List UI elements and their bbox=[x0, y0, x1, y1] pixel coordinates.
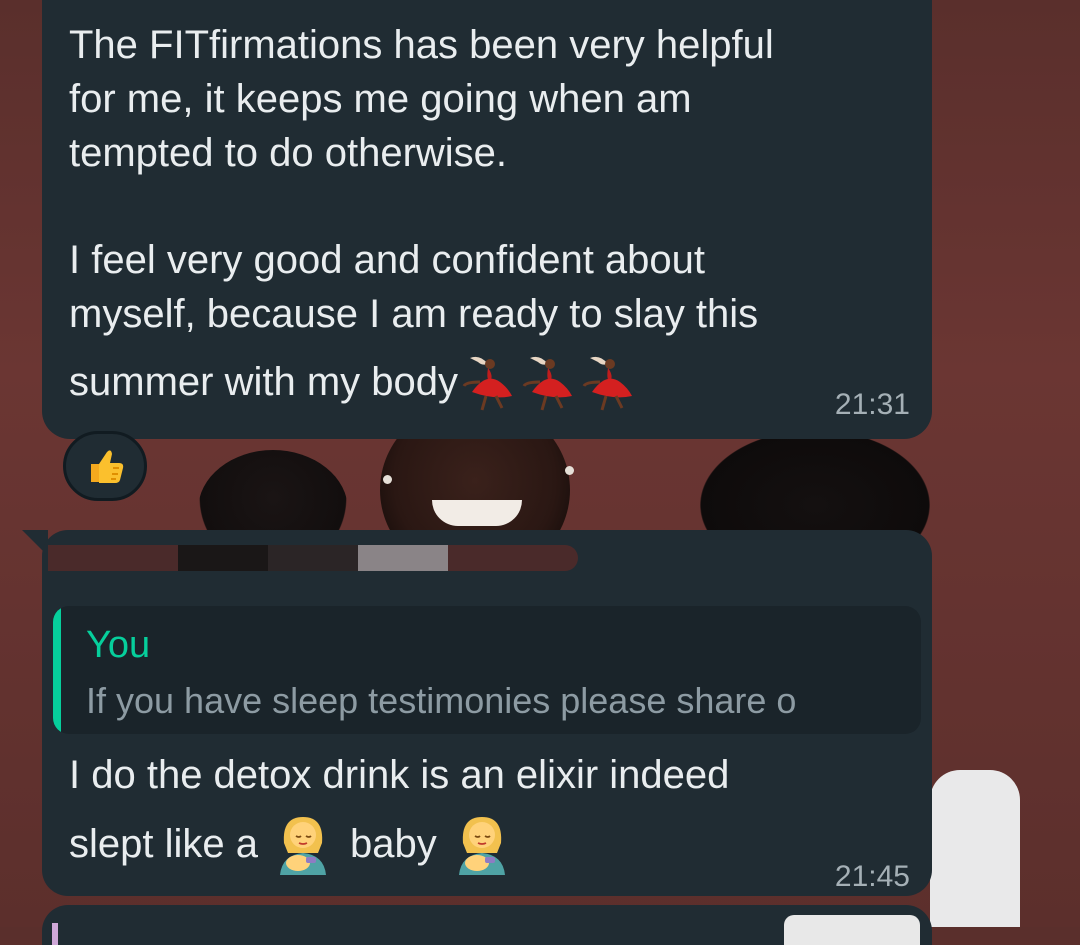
dancer-icon bbox=[462, 356, 512, 411]
redacted-sender-name bbox=[268, 545, 358, 571]
incoming-message-bubble[interactable] bbox=[42, 905, 932, 945]
redacted-sender-name bbox=[178, 545, 268, 571]
incoming-message-bubble[interactable]: You If you have sleep testimonies please… bbox=[42, 530, 932, 896]
thumbs-up-icon bbox=[91, 450, 124, 483]
quoted-reply[interactable]: You If you have sleep testimonies please… bbox=[53, 606, 921, 734]
quote-accent-bar bbox=[53, 606, 61, 734]
message-line: summer with my body bbox=[69, 352, 638, 412]
wallpaper-earring bbox=[383, 475, 392, 484]
quote-author: You bbox=[86, 624, 151, 666]
message-line: slept like a baby bbox=[69, 812, 511, 876]
dancer-icon bbox=[582, 356, 632, 411]
dancer-icon bbox=[522, 356, 572, 411]
reaction-badge[interactable] bbox=[63, 431, 147, 501]
message-line-text: summer with my body bbox=[69, 360, 458, 404]
media-thumbnail[interactable] bbox=[784, 915, 920, 945]
message-line: I do the detox drink is an elixir indeed bbox=[69, 753, 730, 797]
message-line-text: slept like a bbox=[69, 822, 258, 866]
redacted-sender-name bbox=[358, 545, 448, 571]
message-partial-header bbox=[72, 0, 632, 10]
wallpaper-earring bbox=[565, 466, 574, 475]
wallpaper-smile bbox=[432, 500, 522, 526]
quote-text: If you have sleep testimonies please sha… bbox=[86, 680, 797, 721]
message-paragraph: I feel very good and confident about mys… bbox=[69, 238, 759, 336]
woman-feeding-baby-icon bbox=[279, 817, 326, 875]
message-timestamp: 21:45 bbox=[834, 860, 910, 893]
message-line-text: baby bbox=[349, 822, 437, 866]
woman-feeding-baby-icon bbox=[458, 817, 505, 875]
redacted-sender-name bbox=[448, 545, 578, 571]
message-paragraph: The FITfirmations has been very helpful … bbox=[69, 23, 774, 175]
quote-accent-bar bbox=[52, 923, 58, 945]
redacted-sender-name bbox=[48, 545, 178, 571]
message-timestamp: 21:31 bbox=[834, 388, 910, 421]
incoming-message-bubble[interactable]: The FITfirmations has been very helpful … bbox=[42, 0, 932, 439]
wallpaper-shirt bbox=[930, 770, 1020, 927]
